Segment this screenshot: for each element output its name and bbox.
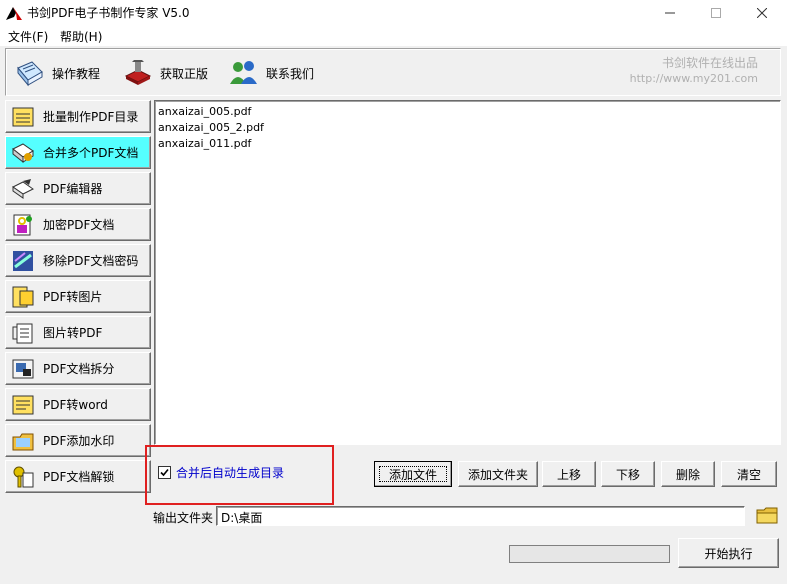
sidebar-item-label: PDF编辑器 bbox=[43, 182, 103, 196]
sidebar-item-label: PDF转word bbox=[43, 398, 108, 412]
watermark-icon bbox=[12, 433, 34, 450]
maximize-button[interactable] bbox=[693, 0, 739, 26]
maximize-icon bbox=[711, 8, 721, 18]
encrypt-icon bbox=[13, 214, 32, 235]
sidebar-item-unlock[interactable]: PDF文档解锁 bbox=[5, 460, 151, 493]
delete-button[interactable]: 删除 bbox=[661, 461, 715, 487]
unlock-icon bbox=[13, 466, 34, 487]
image-to-pdf-icon bbox=[12, 323, 33, 343]
sidebar-item-image-to-pdf[interactable]: 图片转PDF bbox=[5, 316, 151, 349]
sidebar-item-label: PDF文档解锁 bbox=[43, 470, 115, 484]
close-button[interactable] bbox=[739, 0, 785, 26]
progress-bar bbox=[509, 545, 670, 563]
sidebar-item-merge[interactable]: 合并多个PDF文档 bbox=[5, 136, 151, 169]
output-folder-field[interactable]: D:\桌面 bbox=[216, 506, 745, 526]
list-item[interactable]: anxaizai_011.pdf bbox=[158, 136, 777, 152]
brand-url: http://www.my201.com bbox=[629, 72, 758, 85]
sidebar-item-label: PDF转图片 bbox=[43, 290, 103, 304]
window-title: 书剑PDF电子书制作专家 V5.0 bbox=[27, 6, 190, 20]
move-up-button[interactable]: 上移 bbox=[542, 461, 596, 487]
sidebar-item-label: 图片转PDF bbox=[43, 326, 103, 340]
start-button[interactable]: 开始执行 bbox=[678, 538, 779, 568]
buy-button[interactable]: 获取正版 bbox=[122, 57, 208, 89]
sidebar-item-pdf-to-word[interactable]: PDF转word bbox=[5, 388, 151, 421]
tutorial-icon bbox=[17, 61, 43, 87]
minimize-button[interactable] bbox=[647, 0, 693, 26]
sidebar-item-label: PDF文档拆分 bbox=[43, 362, 115, 376]
close-icon bbox=[757, 8, 767, 18]
sidebar-item-editor[interactable]: PDF编辑器 bbox=[5, 172, 151, 205]
sidebar-item-watermark[interactable]: PDF添加水印 bbox=[5, 424, 151, 457]
merge-documents-icon bbox=[12, 142, 34, 163]
folder-icon[interactable] bbox=[756, 505, 778, 525]
split-icon bbox=[12, 359, 34, 378]
buy-icon bbox=[124, 60, 152, 85]
buy-label: 获取正版 bbox=[160, 66, 209, 81]
remove-password-icon bbox=[13, 250, 33, 271]
checkmark-icon bbox=[160, 468, 169, 477]
sidebar-item-encrypt[interactable]: 加密PDF文档 bbox=[5, 208, 151, 241]
output-folder-label: 输出文件夹 bbox=[153, 511, 214, 525]
contact-label: 联系我们 bbox=[266, 66, 315, 81]
edit-hand-icon bbox=[12, 178, 34, 199]
auto-toc-label: 合并后自动生成目录 bbox=[176, 466, 285, 480]
pdf-to-word-icon bbox=[12, 395, 34, 414]
tutorial-button[interactable]: 操作教程 bbox=[14, 57, 100, 89]
sidebar-item-remove-password[interactable]: 移除PDF文档密码 bbox=[5, 244, 151, 277]
sidebar-item-label: PDF添加水印 bbox=[43, 434, 115, 448]
notepad-icon bbox=[12, 107, 34, 126]
add-file-button[interactable]: 添加文件 bbox=[374, 461, 452, 487]
add-folder-button[interactable]: 添加文件夹 bbox=[458, 461, 538, 487]
minimize-icon bbox=[665, 12, 675, 14]
app-logo-icon bbox=[6, 7, 22, 20]
brand-info: 书剑软件在线出品 http://www.my201.com bbox=[630, 56, 758, 86]
move-down-button[interactable]: 下移 bbox=[601, 461, 655, 487]
contact-button[interactable]: 联系我们 bbox=[228, 57, 314, 89]
sidebar-item-label: 批量制作PDF目录 bbox=[43, 110, 139, 124]
clear-button[interactable]: 清空 bbox=[721, 461, 777, 487]
auto-toc-checkbox[interactable] bbox=[158, 466, 171, 479]
auto-toc-option[interactable]: 合并后自动生成目录 bbox=[158, 464, 284, 481]
sidebar-item-label: 合并多个PDF文档 bbox=[43, 146, 139, 160]
menu-bar: 文件(F) 帮助(H) bbox=[0, 26, 787, 46]
sidebar-item-split[interactable]: PDF文档拆分 bbox=[5, 352, 151, 385]
menu-help[interactable]: 帮助(H) bbox=[60, 28, 102, 45]
sidebar-item-batch-toc[interactable]: 批量制作PDF目录 bbox=[5, 100, 151, 133]
toolbar: 操作教程 获取正版 联系我们 书剑软件在线出品 http://www.my201… bbox=[5, 48, 781, 96]
tutorial-label: 操作教程 bbox=[52, 66, 101, 81]
sidebar-item-label: 加密PDF文档 bbox=[43, 218, 115, 232]
list-item[interactable]: anxaizai_005_2.pdf bbox=[158, 120, 777, 136]
menu-file[interactable]: 文件(F) bbox=[8, 28, 48, 45]
sidebar-item-label: 移除PDF文档密码 bbox=[43, 254, 139, 268]
sidebar-item-pdf-to-image[interactable]: PDF转图片 bbox=[5, 280, 151, 313]
pdf-to-image-icon bbox=[12, 286, 34, 307]
brand-name: 书剑软件在线出品 bbox=[661, 56, 758, 70]
contact-icon bbox=[230, 61, 257, 84]
title-bar: 书剑PDF电子书制作专家 V5.0 bbox=[0, 0, 787, 26]
list-item[interactable]: anxaizai_005.pdf bbox=[158, 104, 777, 120]
file-list[interactable]: anxaizai_005.pdf anxaizai_005_2.pdf anxa… bbox=[154, 100, 781, 445]
